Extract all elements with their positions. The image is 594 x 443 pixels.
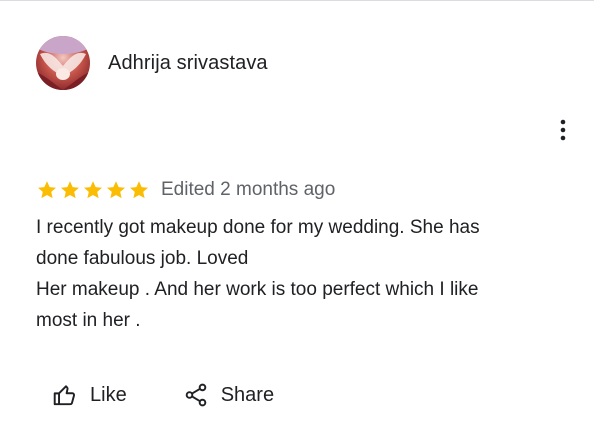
- share-button[interactable]: Share: [183, 379, 274, 411]
- star-icon: [38, 181, 56, 199]
- avatar-image: [36, 36, 90, 90]
- share-label: Share: [220, 383, 275, 406]
- star-icon: [107, 181, 125, 199]
- more-options-button[interactable]: [552, 115, 574, 145]
- review-text-line: done fabulous job. Loved: [36, 248, 249, 269]
- share-icon: [185, 383, 206, 407]
- like-button[interactable]: Like: [52, 379, 127, 411]
- review-card: Adhrija srivastava Edited 2 months ago I…: [0, 0, 594, 443]
- star-icon: [84, 181, 102, 199]
- author-name[interactable]: Adhrija srivastava: [108, 51, 268, 75]
- avatar[interactable]: [36, 36, 90, 90]
- review-text-line: Her makeup . And her work is too perfect…: [36, 279, 479, 300]
- more-vert-icon: [560, 119, 566, 141]
- like-label: Like: [90, 383, 127, 406]
- thumbs-up-icon: [53, 385, 76, 406]
- star-rating: [36, 179, 151, 201]
- star-icon: [130, 181, 148, 199]
- review-text-line: most in her .: [36, 310, 141, 331]
- review-text-line: I recently got makeup done for my weddin…: [36, 217, 480, 238]
- rating-row: Edited 2 months ago: [36, 177, 335, 203]
- review-actions: Like Share: [52, 379, 274, 411]
- review-text: I recently got makeup done for my weddin…: [36, 212, 576, 336]
- star-icon: [61, 181, 79, 199]
- edited-timestamp: Edited 2 months ago: [161, 179, 336, 200]
